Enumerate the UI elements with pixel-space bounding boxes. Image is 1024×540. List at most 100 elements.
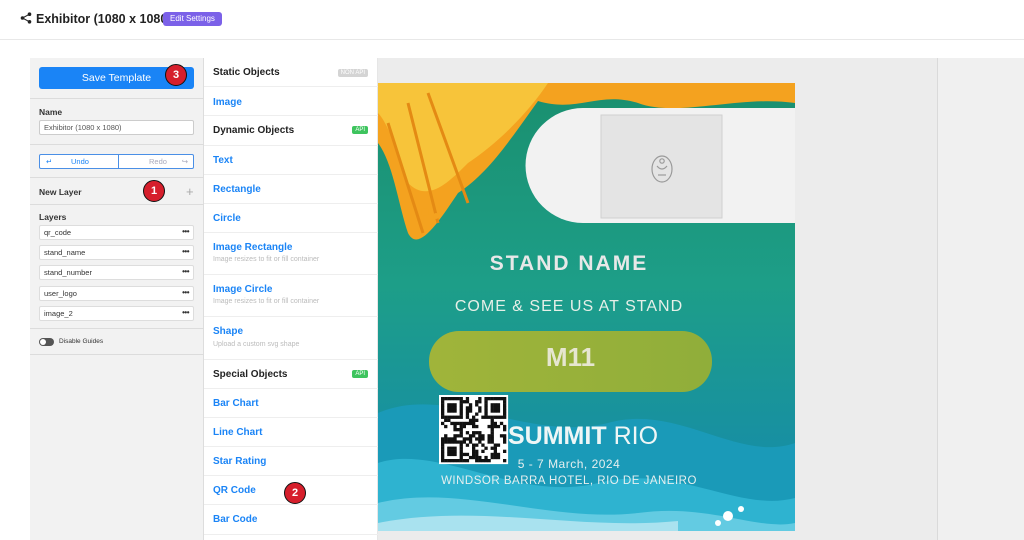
qr-module [490, 397, 494, 401]
qr-module [487, 437, 491, 441]
qr-module [459, 434, 463, 438]
item-label: Image Circle [213, 284, 273, 295]
qr-module [475, 403, 479, 407]
divider [30, 328, 204, 329]
qr-module [475, 412, 479, 416]
item-label: Star Rating [213, 456, 267, 467]
qr-module [490, 440, 494, 444]
qr-module [493, 446, 497, 450]
qr-module [459, 403, 463, 407]
undo-button[interactable]: ↵ Undo [40, 155, 118, 168]
qr-module [493, 449, 497, 453]
qr-module [472, 421, 476, 426]
venue-text[interactable]: WINDSOR BARRA HOTEL, RIO DE JANEIRO [378, 475, 760, 487]
layer-item[interactable]: qr_code ••• [39, 225, 194, 240]
menu-item-image-rectangle[interactable]: Image Rectangle Image resizes to fit or … [204, 233, 378, 275]
step-badge-2: 2 [284, 482, 306, 504]
qr-module [459, 415, 463, 419]
dot-shape [433, 213, 439, 219]
qr-module [503, 424, 507, 429]
qr-module [459, 397, 463, 401]
qr-code[interactable] [439, 395, 509, 465]
dates-text[interactable]: 5 - 7 March, 2024 [378, 457, 760, 471]
qr-module [462, 440, 466, 444]
redo-button[interactable]: Redo ↪ [118, 155, 193, 168]
api-tag: API [352, 370, 368, 378]
qr-module [453, 415, 457, 419]
qr-module [496, 452, 501, 457]
menu-item-line-chart[interactable]: Line Chart [204, 418, 378, 447]
qr-module [456, 428, 460, 432]
more-icon[interactable]: ••• [182, 265, 189, 278]
menu-item-circle[interactable]: Circle [204, 204, 378, 233]
layer-item[interactable]: stand_name ••• [39, 245, 194, 260]
qr-module [484, 415, 488, 419]
menu-item-rectangle[interactable]: Rectangle [204, 175, 378, 204]
template-name-input[interactable]: Exhibitor (1080 x 1080) [39, 120, 194, 135]
qr-module [493, 406, 497, 410]
item-description: Image resizes to fit or fill container [213, 256, 320, 263]
qr-module [450, 409, 454, 413]
menu-item-bar-chart[interactable]: Bar Chart [204, 389, 378, 418]
more-icon[interactable]: ••• [182, 286, 189, 299]
menu-item-image-circle[interactable]: Image Circle Image resizes to fit or fil… [204, 275, 378, 317]
menu-item-bar-code[interactable]: Bar Code [204, 505, 378, 535]
layer-item[interactable]: user_logo ••• [39, 286, 194, 301]
more-icon[interactable]: ••• [182, 245, 189, 258]
qr-module [490, 406, 494, 410]
qr-module [447, 440, 451, 444]
menu-item-text[interactable]: Text [204, 146, 378, 175]
stand-number-text[interactable]: M11 [429, 342, 712, 373]
edit-settings-button[interactable]: Edit Settings [163, 12, 222, 26]
add-layer-icon[interactable]: + [186, 184, 194, 199]
qr-module [478, 437, 482, 441]
qr-module [444, 397, 448, 401]
qr-module [468, 421, 473, 426]
more-icon[interactable]: ••• [182, 225, 189, 238]
qr-module [453, 397, 457, 401]
dot-shape [421, 208, 429, 216]
qr-module [441, 440, 445, 444]
qr-module [503, 437, 507, 441]
logo-placeholder[interactable] [600, 114, 723, 219]
layer-item[interactable]: image_2 ••• [39, 306, 194, 321]
qr-module [447, 437, 451, 441]
item-label: Image [213, 97, 242, 108]
menu-item-image[interactable]: Image [204, 87, 378, 116]
bubble-shape [738, 506, 744, 512]
qr-module [441, 397, 445, 401]
layer-item[interactable]: stand_number ••• [39, 265, 194, 280]
qr-module [503, 409, 507, 413]
top-bar: Exhibitor (1080 x 1080) Edit Settings [0, 0, 1024, 40]
come-see-text[interactable]: COME & SEE US AT STAND [378, 298, 760, 316]
qr-module [490, 437, 494, 441]
qr-module [503, 400, 507, 404]
qr-module [493, 443, 497, 447]
qr-module [493, 397, 497, 401]
qr-module [496, 424, 501, 429]
qr-module [447, 409, 451, 413]
qr-module [456, 421, 460, 426]
qr-module [468, 406, 473, 410]
qr-module [503, 415, 507, 419]
menu-item-shape[interactable]: Shape Upload a custom svg shape [204, 317, 378, 360]
qr-module [465, 412, 470, 416]
menu-item-star-rating[interactable]: Star Rating [204, 447, 378, 476]
qr-module [499, 434, 504, 438]
qr-module [450, 440, 454, 444]
qr-module [441, 437, 445, 441]
qr-module [496, 443, 501, 447]
more-icon[interactable]: ••• [182, 306, 189, 319]
qr-module [447, 446, 451, 450]
disable-guides-toggle[interactable] [39, 338, 54, 346]
divider [30, 354, 204, 355]
qr-module [441, 449, 445, 453]
undo-label: Undo [71, 157, 89, 166]
qr-module [484, 412, 488, 416]
qr-module [462, 452, 466, 457]
qr-module [465, 409, 470, 413]
design-canvas[interactable]: STAND NAME COME & SEE US AT STAND M11 SU… [378, 83, 795, 531]
qr-module [490, 446, 494, 450]
share-icon[interactable] [20, 12, 32, 24]
stand-name-text[interactable]: STAND NAME [378, 252, 760, 276]
